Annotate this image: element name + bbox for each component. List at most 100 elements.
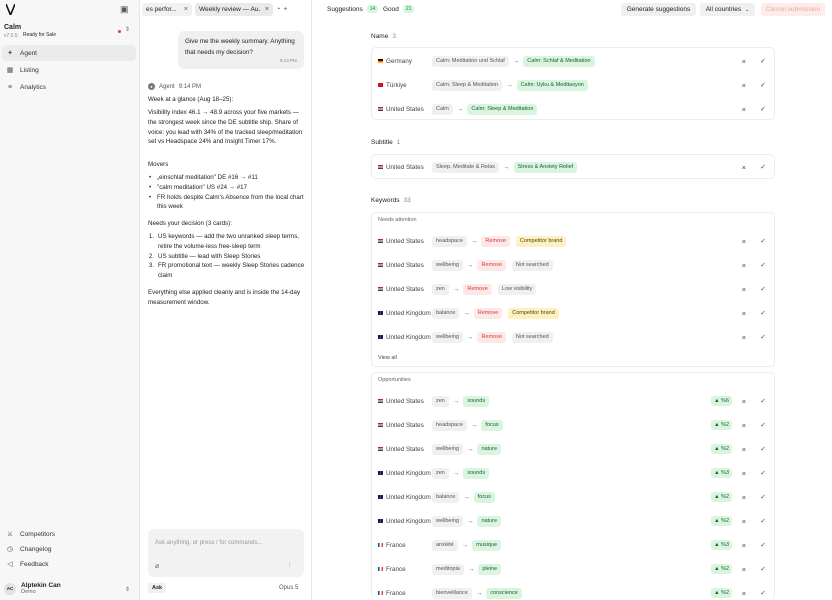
sidebar-item-analytics[interactable]: ≡ Analytics	[2, 79, 136, 95]
reject-x-icon[interactable]: ×	[742, 493, 746, 502]
reject-x-icon[interactable]: ×	[742, 589, 746, 598]
name-section-title: Name 3	[371, 33, 396, 40]
sidebar-item-competitors[interactable]: ⚔ Competitors	[2, 527, 136, 541]
chevron-down-icon: ⌄	[745, 6, 750, 13]
chat-input[interactable]: Ask anything, or press / for commands...…	[148, 529, 304, 577]
new-tab-plus-icon[interactable]: +	[283, 6, 287, 13]
suggested-value-chip: Remove	[481, 235, 510, 247]
sidebar-item-listing[interactable]: ▦ Listing	[2, 62, 136, 78]
sparkle-icon: ✦	[7, 50, 13, 57]
suggested-value-chip: Remove	[473, 307, 503, 319]
reject-x-icon[interactable]: ×	[742, 421, 746, 430]
accept-check-icon[interactable]: ✓	[760, 421, 766, 429]
good-filter[interactable]: Good 21	[383, 5, 415, 13]
suggested-value-chip: conscience	[486, 587, 522, 599]
agent-paragraph: Visibility index 46.1 → 48.9 across your…	[148, 109, 303, 146]
swords-icon: ⚔	[6, 531, 14, 538]
accept-check-icon[interactable]: ✓	[760, 237, 766, 245]
delta-badge: ▲ %3	[711, 540, 732, 550]
suggested-value-chip: nature	[477, 515, 502, 527]
accept-check-icon[interactable]: ✓	[760, 105, 766, 113]
section-label: Subtitle	[371, 139, 393, 146]
country-label: Germany	[386, 57, 412, 65]
accept-check-icon[interactable]: ✓	[760, 309, 766, 317]
reject-x-icon[interactable]: ×	[742, 517, 746, 526]
delta-badge: ▲ %2	[711, 516, 732, 526]
suggested-value-chip: musique	[472, 539, 502, 551]
decisions-list: 1. US keywords — add the two unranked sle…	[148, 232, 306, 281]
accept-check-icon[interactable]: ✓	[760, 261, 766, 269]
view-all-link[interactable]: View all	[378, 355, 397, 361]
reject-x-icon[interactable]: ×	[742, 81, 746, 90]
country-label: United States	[386, 397, 424, 405]
close-icon[interactable]: ×	[265, 6, 269, 13]
reject-x-icon[interactable]: ×	[742, 445, 746, 454]
suggestion-row: United States Calm → Calm: Sleep & Meditati…	[371, 97, 775, 121]
countries-dropdown[interactable]: All countries ⌄	[700, 3, 755, 16]
reject-x-icon[interactable]: ×	[742, 469, 746, 478]
cancel-submission-button[interactable]: Cancel submission	[761, 3, 825, 16]
arrow-right-icon: →	[456, 105, 464, 113]
agent-time: 9:14 PM	[178, 83, 202, 90]
sidebar-toggle-icon[interactable]: ▣	[120, 4, 129, 15]
reject-x-icon[interactable]: ×	[742, 565, 746, 574]
accept-check-icon[interactable]: ✓	[760, 333, 766, 341]
suggestion-row: United States Sleep, Meditate & Relax → Str…	[371, 155, 775, 179]
accept-check-icon[interactable]: ✓	[760, 445, 766, 453]
accept-check-icon[interactable]: ✓	[760, 589, 766, 597]
accept-check-icon[interactable]: ✓	[760, 541, 766, 549]
flag-icon	[378, 591, 383, 595]
mode-selector[interactable]: Ask	[148, 583, 167, 593]
reject-x-icon[interactable]: ×	[742, 309, 746, 318]
flag-icon	[378, 495, 383, 499]
suggestions-filter[interactable]: Suggestions 14	[327, 5, 379, 13]
flag-icon	[378, 59, 383, 63]
accept-check-icon[interactable]: ✓	[760, 81, 766, 89]
current-value-chip: Calm: Meditation und Schlaf	[432, 55, 509, 67]
sidebar-item-changelog[interactable]: ◷ Changelog	[2, 542, 136, 556]
suggested-value-chip: pleine	[478, 563, 502, 575]
tab-weekly-review[interactable]: Weekly review — Au... ×	[195, 3, 273, 16]
reject-x-icon[interactable]: ×	[742, 105, 746, 114]
reject-x-icon[interactable]: ×	[742, 163, 746, 172]
accept-check-icon[interactable]: ✓	[760, 565, 766, 573]
user-menu-chevron-icon[interactable]: ⇕	[125, 586, 130, 593]
reject-x-icon[interactable]: ×	[742, 541, 746, 550]
delta-badge: ▲ %3	[711, 468, 732, 478]
accept-check-icon[interactable]: ✓	[760, 163, 766, 171]
accept-check-icon[interactable]: ✓	[760, 397, 766, 405]
flag-icon	[378, 263, 383, 267]
agent-avatar-icon: ●	[148, 83, 155, 90]
flag-icon	[378, 543, 383, 547]
tab-performance[interactable]: es perfor... ×	[142, 3, 192, 16]
reject-x-icon[interactable]: ×	[742, 57, 746, 66]
generate-suggestions-button[interactable]: Generate suggestions	[621, 3, 696, 16]
reject-x-icon[interactable]: ×	[742, 333, 746, 342]
flag-icon	[378, 519, 383, 523]
arrow-right-icon: →	[466, 445, 474, 453]
user-menu[interactable]: AC Alptekin Can Demo	[4, 582, 61, 595]
suggested-value-chip: Calm: Uyku & Meditasyon	[516, 79, 588, 91]
accept-check-icon[interactable]: ✓	[760, 285, 766, 293]
app-logo-icon[interactable]	[6, 4, 15, 15]
accept-check-icon[interactable]: ✓	[760, 57, 766, 65]
sidebar-item-agent[interactable]: ✦ Agent	[2, 45, 136, 61]
reject-x-icon[interactable]: ×	[742, 285, 746, 294]
model-selector[interactable]: Opus 5	[279, 585, 298, 591]
send-icon[interactable]: ↑	[288, 562, 292, 569]
tab-bar: es perfor... × Weekly review — Au... × ◔ +	[140, 0, 312, 19]
reject-x-icon[interactable]: ×	[742, 261, 746, 270]
close-icon[interactable]: ×	[184, 6, 188, 13]
reject-x-icon[interactable]: ×	[742, 237, 746, 246]
history-icon[interactable]: ◔	[276, 6, 280, 13]
status-dot-icon	[118, 30, 121, 33]
arrow-right-icon: →	[461, 541, 469, 549]
sidebar-item-feedback[interactable]: ◁ Feedback	[2, 557, 136, 571]
accept-check-icon[interactable]: ✓	[760, 469, 766, 477]
attach-icon[interactable]: ⌀	[155, 562, 159, 570]
suggested-value-chip: Calm: Sleep & Meditation	[467, 103, 538, 115]
reject-x-icon[interactable]: ×	[742, 397, 746, 406]
app-switcher-chevron-icon[interactable]: ⇕	[125, 26, 130, 33]
accept-check-icon[interactable]: ✓	[760, 517, 766, 525]
accept-check-icon[interactable]: ✓	[760, 493, 766, 501]
